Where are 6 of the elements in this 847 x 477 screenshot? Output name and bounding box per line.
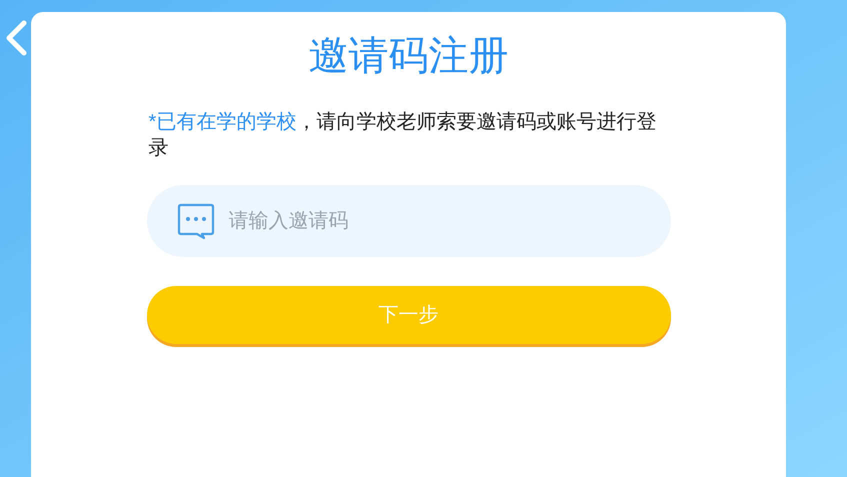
invite-code-field[interactable]: 请输入邀请码 bbox=[146, 185, 670, 257]
next-button[interactable]: 下一步 bbox=[146, 286, 670, 344]
message-icon bbox=[176, 202, 214, 240]
notice-text: *已有在学的学校，请向学校老师索要邀请码或账号进行登录 bbox=[148, 110, 658, 161]
back-icon[interactable] bbox=[4, 20, 28, 56]
page-title: 邀请码注册 bbox=[308, 33, 508, 80]
